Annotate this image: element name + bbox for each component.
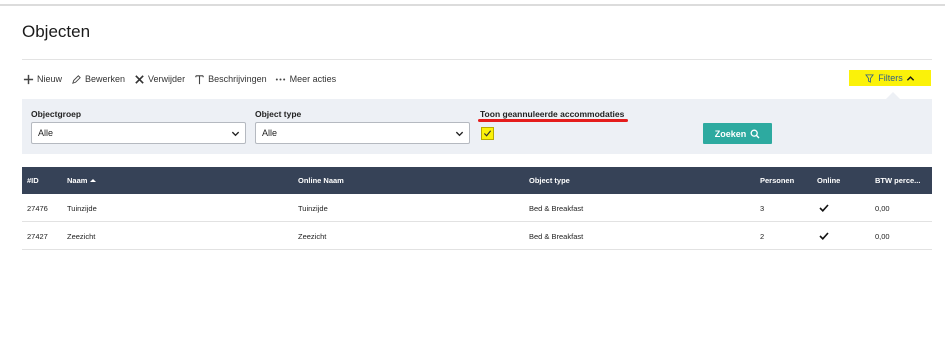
cell-object-type: Bed & Breakfast <box>529 231 584 241</box>
filter-panel: Objectgroep Alle Object type Alle Toon g… <box>22 99 932 154</box>
cell-online-naam: Zeezicht <box>298 231 327 241</box>
edit-button[interactable]: Bewerken <box>70 73 125 85</box>
funnel-icon <box>865 73 875 83</box>
cell-online-naam: Tuinzijde <box>298 203 328 213</box>
table-header: #ID Naam Online Naam Object type Persone… <box>22 167 932 194</box>
objectgroep-value: Alle <box>38 128 54 138</box>
checkmark-icon <box>483 130 492 137</box>
delete-button[interactable]: Verwijder <box>133 73 185 85</box>
x-icon <box>133 73 145 85</box>
search-button[interactable]: Zoeken <box>703 123 772 144</box>
object-type-select[interactable]: Alle <box>255 122 470 144</box>
column-header-naam[interactable]: Naam <box>67 167 97 194</box>
object-type-label: Object type <box>255 109 302 119</box>
top-divider <box>0 4 945 6</box>
column-header-online[interactable]: Online <box>817 167 840 194</box>
more-actions-button[interactable]: Meer acties <box>275 73 337 85</box>
title-divider <box>22 59 932 60</box>
annotation-underline <box>478 119 628 122</box>
checkmark-icon <box>819 232 829 240</box>
new-button-label: Nieuw <box>37 74 63 84</box>
cell-id: 27476 <box>27 203 48 213</box>
sort-ascending-icon <box>90 179 97 182</box>
filters-toggle-button[interactable]: Filters <box>849 70 931 86</box>
new-button[interactable]: Nieuw <box>22 73 62 85</box>
cell-online <box>819 194 829 222</box>
cell-personen: 3 <box>760 203 765 213</box>
delete-button-label: Verwijder <box>148 74 186 84</box>
toolbar: Nieuw Bewerken Verwijder Beschrijvingen … <box>22 71 344 87</box>
pencil-icon <box>70 73 82 85</box>
filters-label: Filters <box>878 73 903 83</box>
chevron-down-icon <box>231 131 240 137</box>
column-header-online-naam[interactable]: Online Naam <box>298 167 344 194</box>
table-row[interactable]: 27427 Zeezicht Zeezicht Bed & Breakfast … <box>22 222 932 250</box>
edit-button-label: Bewerken <box>85 74 126 84</box>
more-actions-button-label: Meer acties <box>289 74 337 84</box>
descriptions-button-label: Beschrijvingen <box>208 74 267 84</box>
checkmark-icon <box>819 204 829 212</box>
cell-btw: 0,00 <box>875 231 890 241</box>
page-title: Objecten <box>22 22 91 41</box>
plus-icon <box>22 73 34 85</box>
text-icon <box>193 73 205 85</box>
cell-btw: 0,00 <box>875 203 890 213</box>
descriptions-button[interactable]: Beschrijvingen <box>193 73 267 85</box>
cell-naam: Tuinzijde <box>67 203 97 213</box>
object-type-value: Alle <box>262 128 278 138</box>
cell-id: 27427 <box>27 231 48 241</box>
cell-object-type: Bed & Breakfast <box>529 203 584 213</box>
cell-naam: Zeezicht <box>67 231 96 241</box>
search-button-label: Zoeken <box>714 128 747 139</box>
objectgroep-select[interactable]: Alle <box>31 122 246 144</box>
search-icon <box>750 129 760 138</box>
cell-personen: 2 <box>760 231 765 241</box>
more-dots-icon <box>275 73 287 85</box>
column-header-personen[interactable]: Personen <box>760 167 794 194</box>
cell-online <box>819 222 829 250</box>
filter-panel-pointer <box>886 92 900 99</box>
column-header-id[interactable]: #ID <box>27 167 39 194</box>
show-cancelled-checkbox[interactable] <box>481 127 494 140</box>
table-row[interactable]: 27476 Tuinzijde Tuinzijde Bed & Breakfas… <box>22 194 932 222</box>
chevron-down-icon <box>455 131 464 137</box>
column-header-btw[interactable]: BTW perce... <box>875 167 920 194</box>
objectgroep-label: Objectgroep <box>31 109 82 119</box>
chevron-up-icon <box>906 75 914 81</box>
objects-table: #ID Naam Online Naam Object type Persone… <box>22 167 932 250</box>
column-header-object-type[interactable]: Object type <box>529 167 570 194</box>
show-cancelled-label: Toon geannuleerde accommodaties <box>480 109 625 119</box>
